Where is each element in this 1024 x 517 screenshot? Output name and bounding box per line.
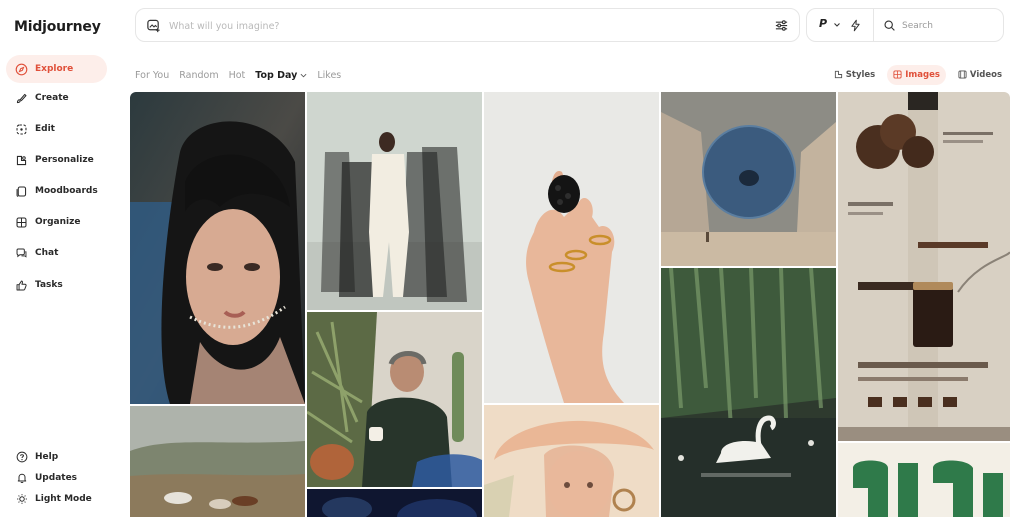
- sidebar-item-label: Chat: [35, 248, 59, 258]
- sidebar-item-light-mode[interactable]: Light Mode: [16, 493, 92, 505]
- portrait-woman-image[interactable]: [130, 92, 305, 404]
- sidebar-item-label: Personalize: [35, 155, 94, 165]
- prompt-bar: [135, 8, 800, 42]
- sphere-desert-image[interactable]: [661, 92, 836, 266]
- sidebar-item-chat[interactable]: Chat: [6, 239, 107, 267]
- sidebar-item-edit[interactable]: Edit: [6, 115, 107, 143]
- sidebar-item-label: Create: [35, 93, 69, 103]
- tab-top-day-label: Top Day: [255, 69, 298, 81]
- styles-toggle[interactable]: Styles: [828, 65, 881, 85]
- compass-icon: [15, 63, 28, 75]
- images-label: Images: [905, 69, 940, 80]
- brush-icon: [16, 93, 27, 103]
- tab-hot[interactable]: Hot: [229, 70, 246, 81]
- styles-icon: [834, 70, 842, 79]
- image-gallery: [130, 92, 1010, 517]
- view-toggles: Styles Images Videos: [828, 64, 1008, 85]
- sliders-icon[interactable]: [774, 18, 789, 33]
- sidebar-item-personalize[interactable]: Personalize: [6, 146, 107, 174]
- coffee-layout-image[interactable]: [838, 92, 1010, 441]
- add-image-icon[interactable]: [146, 18, 161, 33]
- feed-tabs: For You Random Hot Top Day Likes: [135, 68, 341, 82]
- prompt-input[interactable]: [169, 17, 769, 35]
- personalize-icon: [16, 155, 27, 165]
- tab-top-day[interactable]: Top Day: [255, 70, 307, 81]
- sidebar-item-moodboards[interactable]: Moodboards: [6, 177, 107, 205]
- man-plants-image[interactable]: [307, 312, 482, 487]
- moodboards-icon: [16, 186, 27, 197]
- thumbs-up-icon: [16, 280, 27, 290]
- swan-lake-image[interactable]: [661, 268, 836, 517]
- images-toggle[interactable]: Images: [887, 64, 946, 85]
- help-icon: [16, 451, 28, 463]
- tab-random[interactable]: Random: [179, 70, 218, 81]
- chevron-down-icon: [300, 73, 307, 77]
- men-white-suit-image[interactable]: [307, 92, 482, 310]
- girl-hat-illustration-image[interactable]: [484, 405, 659, 517]
- personalization-toggle[interactable]: P: [819, 17, 827, 30]
- brand-logo[interactable]: Midjourney: [14, 19, 101, 35]
- sidebar-item-label: Explore: [35, 64, 74, 74]
- sidebar-item-label: Help: [35, 452, 59, 462]
- bolt-icon[interactable]: [849, 19, 862, 32]
- bell-icon: [17, 473, 27, 484]
- styles-label: Styles: [845, 69, 876, 80]
- sidebar-item-explore[interactable]: Explore: [6, 55, 107, 83]
- sidebar-item-help[interactable]: Help: [16, 451, 58, 463]
- dark-blue-image[interactable]: [307, 489, 482, 517]
- grid-icon: [16, 217, 27, 227]
- divider: [873, 9, 874, 41]
- search-icon: [884, 20, 895, 31]
- blackberry-hand-image[interactable]: [484, 92, 659, 403]
- sidebar-item-label: Edit: [35, 124, 55, 134]
- sidebar-item-organize[interactable]: Organize: [6, 208, 107, 236]
- videos-toggle[interactable]: Videos: [952, 65, 1008, 85]
- sidebar-item-label: Light Mode: [35, 494, 92, 504]
- chat-icon: [16, 248, 27, 258]
- sun-icon: [17, 494, 27, 504]
- images-icon: [893, 70, 902, 79]
- horses-field-image[interactable]: [130, 406, 305, 517]
- sidebar-item-updates[interactable]: Updates: [16, 472, 77, 484]
- edit-icon: [16, 124, 27, 134]
- mode-search-box: P: [806, 8, 1004, 42]
- sidebar: Midjourney Explore Create Edit Personali…: [0, 0, 124, 517]
- search-input[interactable]: [902, 17, 997, 35]
- sidebar-item-tasks[interactable]: Tasks: [6, 271, 107, 299]
- chevron-down-icon[interactable]: [833, 21, 841, 29]
- videos-icon: [958, 70, 967, 79]
- videos-label: Videos: [969, 69, 1002, 80]
- sidebar-item-label: Updates: [35, 473, 78, 483]
- tab-for-you[interactable]: For You: [135, 70, 169, 81]
- sidebar-item-label: Organize: [35, 217, 81, 227]
- green-shapes-image[interactable]: [838, 443, 1010, 517]
- sidebar-item-label: Tasks: [35, 280, 63, 290]
- sidebar-item-create[interactable]: Create: [6, 84, 107, 112]
- tab-likes[interactable]: Likes: [317, 70, 341, 81]
- sidebar-item-label: Moodboards: [35, 186, 98, 196]
